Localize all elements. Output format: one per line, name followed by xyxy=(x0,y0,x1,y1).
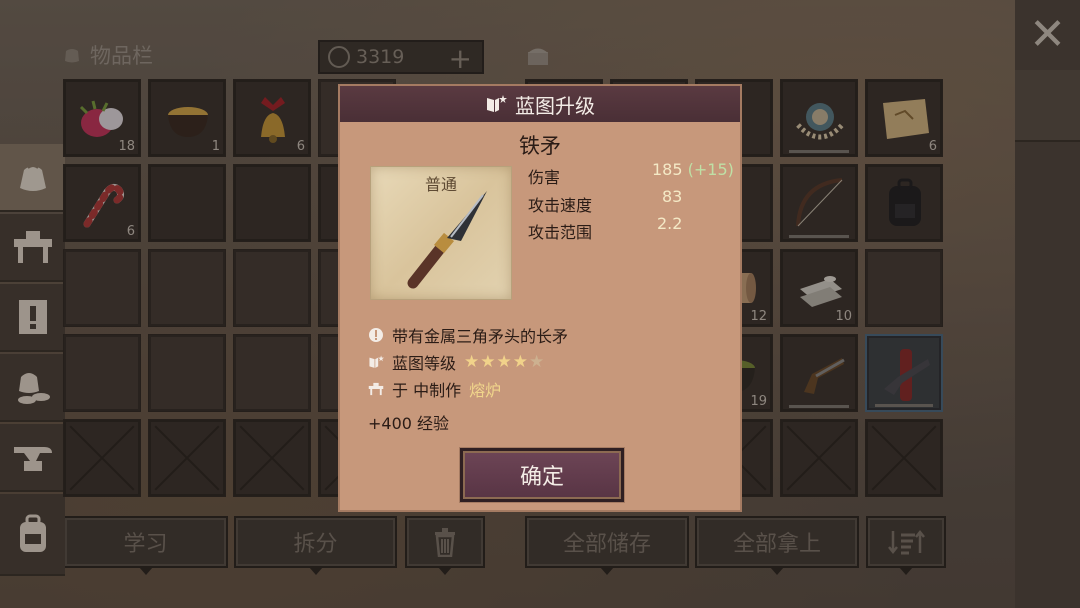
description-row: 带有金属三角矛头的长矛 xyxy=(368,323,568,347)
item-name: 铁矛 xyxy=(519,134,561,158)
spear-icon xyxy=(407,191,487,289)
blueprint-icon xyxy=(487,95,507,112)
blueprint-level-label: 蓝图等级 xyxy=(392,354,457,373)
star-icon: ★ xyxy=(464,352,481,372)
damage-bonus: (+15) xyxy=(687,160,734,179)
stat-attack-range-label: 攻击范围 xyxy=(528,223,593,242)
info-icon xyxy=(368,327,384,343)
dialog-title: 蓝图升级 xyxy=(515,93,595,118)
item-preview: 普通 xyxy=(370,166,512,300)
star-icon: ★ xyxy=(496,352,513,372)
stat-damage-label: 伤害 xyxy=(528,168,561,187)
dialog-header: 蓝图升级 xyxy=(340,86,740,122)
damage-value: 185 xyxy=(652,160,683,179)
star-icon: ★ xyxy=(480,352,497,372)
star-icon: ★ xyxy=(512,352,530,372)
stat-attack-speed-value: 83 xyxy=(662,187,683,206)
craft-label: 于 中制作 xyxy=(392,381,462,400)
item-description: 带有金属三角矛头的长矛 xyxy=(392,327,569,346)
blueprint-stars: ★★★★★ xyxy=(464,352,545,372)
blueprint-level-row: 蓝图等级 ★★★★★ xyxy=(368,350,545,374)
blueprint-upgrade-dialog: 蓝图升级 铁矛 普通 伤害 185 (+15) 攻击速度 83 攻击范围 2.2… xyxy=(338,84,742,512)
stat-damage-value: 185 (+15) xyxy=(652,160,734,179)
star-icon: ★ xyxy=(529,352,546,372)
xp-reward: +400 经验 xyxy=(368,414,450,433)
craft-station: 熔炉 xyxy=(469,381,502,400)
crafting-station-row: 于 中制作 熔炉 xyxy=(368,377,501,401)
confirm-button[interactable]: 确定 xyxy=(460,448,624,502)
workbench-icon xyxy=(368,381,384,397)
blueprint-icon xyxy=(368,354,384,370)
stat-attack-range-value: 2.2 xyxy=(657,214,683,233)
stat-attack-speed-label: 攻击速度 xyxy=(528,196,593,215)
